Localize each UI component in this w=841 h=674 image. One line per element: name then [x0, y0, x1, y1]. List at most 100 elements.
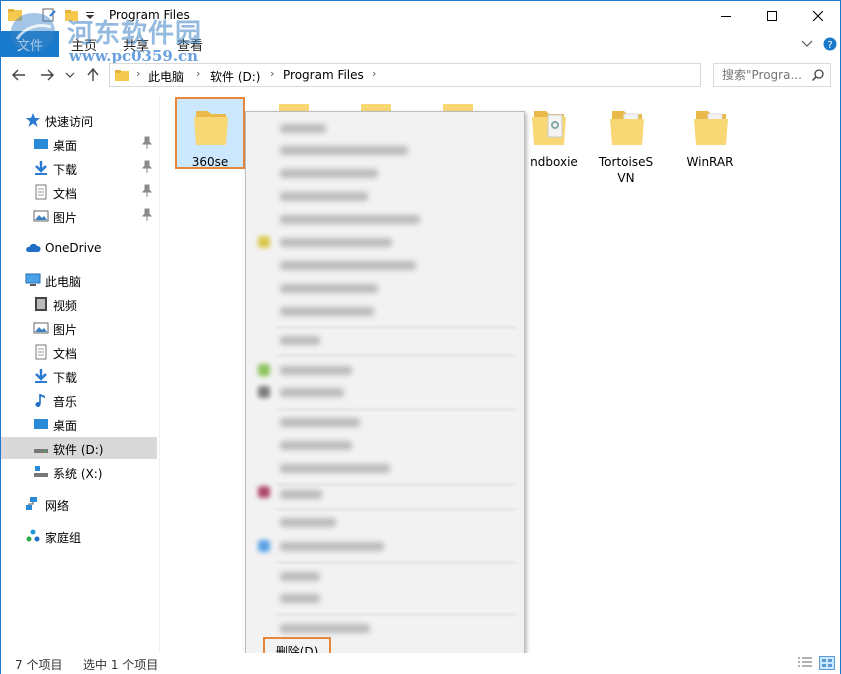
nav-videos[interactable]: 视频 [1, 293, 157, 315]
nav-homegroup[interactable]: 家庭组 [1, 525, 157, 547]
context-menu-item-blurred[interactable] [280, 594, 320, 603]
context-menu-item-blurred[interactable] [280, 572, 320, 581]
nav-label: 桌面 [53, 419, 78, 433]
arrow-left-icon [12, 69, 25, 81]
nav-pc-downloads[interactable]: 下载 [1, 365, 157, 387]
context-menu-item-blurred[interactable] [280, 441, 352, 450]
nav-pc-pictures[interactable]: 图片 [1, 317, 157, 339]
context-menu [245, 111, 525, 674]
nav-label: OneDrive [45, 241, 102, 255]
expand-ribbon-icon[interactable] [801, 39, 813, 49]
pin-icon[interactable] [141, 208, 153, 222]
nav-pc-documents[interactable]: 文档 [1, 341, 157, 363]
close-button[interactable] [795, 1, 841, 31]
breadcrumb-separator[interactable]: › [136, 67, 140, 80]
context-menu-item-blurred[interactable] [280, 124, 326, 133]
nav-label: 下载 [53, 163, 78, 177]
nav-label: 此电脑 [45, 275, 82, 289]
nav-pc-desktop[interactable]: 桌面 [1, 413, 157, 435]
back-button[interactable] [9, 65, 29, 85]
context-menu-item-blurred[interactable] [280, 284, 378, 293]
context-menu-item-blurred[interactable] [280, 388, 344, 397]
nav-drive-d[interactable]: 软件 (D:) [1, 437, 157, 459]
drive-icon [34, 449, 48, 453]
maximize-icon [767, 11, 777, 21]
homegroup-icon [26, 529, 40, 542]
context-menu-item-blurred[interactable] [280, 418, 360, 427]
breadcrumb-separator[interactable]: › [372, 67, 376, 80]
context-menu-item-blurred[interactable] [280, 169, 378, 178]
forward-button[interactable] [37, 65, 57, 85]
context-menu-item-blurred[interactable] [280, 490, 322, 499]
video-icon [35, 297, 47, 311]
folder-name: 360se [191, 155, 229, 169]
watermark-logo [10, 13, 56, 53]
context-menu-item-blurred[interactable] [280, 307, 374, 316]
breadcrumb-this-pc[interactable]: 此电脑 [148, 68, 184, 85]
folder-item-winrar[interactable]: WinRAR [675, 97, 745, 177]
folder-icon [115, 70, 129, 81]
context-menu-item-blurred[interactable] [280, 518, 336, 527]
nav-desktop[interactable]: 桌面 [1, 133, 157, 155]
nav-drive-x[interactable]: 系统 (X:) [1, 461, 157, 483]
context-menu-item-blurred[interactable] [280, 336, 320, 345]
pin-icon[interactable] [141, 136, 153, 150]
menu-separator [276, 509, 516, 510]
folder-name: WinRAR [686, 155, 734, 169]
nav-label: 下载 [53, 371, 78, 385]
folder-name: TortoiseS VN [598, 155, 654, 185]
folder-icon [610, 111, 644, 145]
folder-item-360se[interactable]: 360se [175, 97, 245, 177]
up-button[interactable] [83, 65, 103, 85]
menu-separator [276, 327, 516, 328]
recent-locations-button[interactable] [63, 65, 77, 85]
explorer-window: Program Files 文件 主页 共享 查看 ? 河东软件园 www.pc… [0, 0, 841, 674]
download-icon [35, 369, 47, 383]
nav-label: 系统 (X:) [53, 467, 103, 481]
folder-item-tortoisesvn[interactable]: TortoiseS VN [591, 97, 661, 185]
pin-icon[interactable] [141, 184, 153, 198]
nav-pictures[interactable]: 图片 [1, 205, 157, 227]
music-note-icon [35, 394, 45, 407]
pin-icon[interactable] [141, 160, 153, 174]
details-view-icon[interactable] [797, 656, 813, 670]
menu-separator [276, 614, 516, 615]
context-menu-item-blurred[interactable] [280, 215, 420, 224]
nav-quick-access[interactable]: 快速访问 [1, 109, 157, 131]
context-menu-item-blurred[interactable] [280, 464, 390, 473]
minimize-button[interactable] [703, 1, 749, 31]
nav-music[interactable]: 音乐 [1, 389, 157, 411]
search-box[interactable] [713, 63, 831, 87]
breadcrumb-drive-d[interactable]: 软件 (D:) [210, 68, 260, 85]
search-icon[interactable] [811, 68, 825, 82]
status-bar: 7 个项目 选中 1 个项目 [1, 653, 840, 674]
context-menu-item-blurred[interactable] [280, 192, 368, 201]
folder-icon [194, 111, 228, 145]
breadcrumb-separator[interactable]: › [270, 67, 274, 80]
context-menu-item-blurred[interactable] [280, 261, 416, 270]
document-icon [35, 184, 47, 200]
search-input[interactable] [722, 68, 808, 82]
menu-separator [276, 484, 516, 485]
context-menu-item-blurred[interactable] [280, 146, 408, 155]
download-icon [35, 161, 47, 175]
large-icons-view-icon[interactable] [819, 656, 835, 670]
menu-item-icon [258, 486, 270, 498]
context-menu-item-blurred[interactable] [280, 542, 384, 551]
maximize-button[interactable] [749, 1, 795, 31]
nav-documents[interactable]: 文档 [1, 181, 157, 203]
context-menu-item-blurred[interactable] [280, 238, 392, 247]
breadcrumb-program-files[interactable]: Program Files [283, 68, 364, 82]
context-menu-item-blurred[interactable] [280, 624, 370, 633]
nav-onedrive[interactable]: OneDrive [1, 237, 157, 259]
nav-this-pc[interactable]: 此电脑 [1, 269, 157, 291]
address-bar[interactable]: › 此电脑 › 软件 (D:) › Program Files › [109, 63, 804, 87]
context-menu-item-blurred[interactable] [280, 366, 352, 375]
nav-downloads[interactable]: 下载 [1, 157, 157, 179]
pane-divider[interactable] [159, 97, 160, 653]
help-icon[interactable]: ? [823, 37, 837, 51]
nav-label: 图片 [53, 211, 78, 225]
breadcrumb-separator[interactable]: › [196, 67, 200, 80]
desktop-icon [34, 139, 48, 149]
nav-network[interactable]: 网络 [1, 493, 157, 515]
